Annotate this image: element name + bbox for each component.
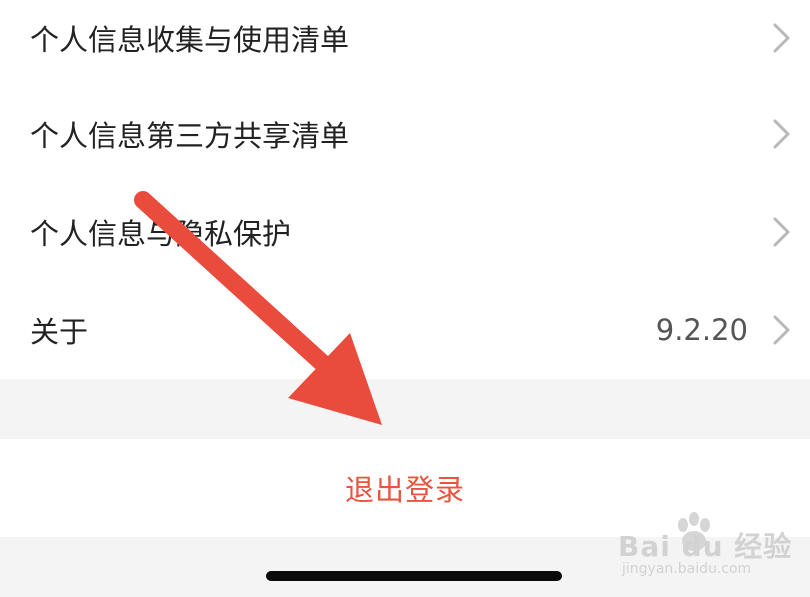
chevron-right-icon [773, 315, 790, 345]
section-divider [0, 379, 810, 439]
menu-item-label: 个人信息第三方共享清单 [30, 119, 350, 153]
watermark-brand-text: Bai du 经验 [618, 530, 793, 563]
menu-item-privacy-protection[interactable]: 个人信息与隐私保护 [0, 184, 810, 280]
logout-label: 退出登录 [344, 473, 465, 507]
baidu-jingyan-watermark: Bai du 经验 jingyan.baidu.com [618, 505, 798, 585]
chevron-right-icon [773, 119, 790, 149]
chevron-right-icon [773, 217, 790, 247]
menu-item-label: 关于 [30, 315, 89, 349]
menu-item-personal-info-collection-list[interactable]: 个人信息收集与使用清单 [0, 0, 810, 86]
menu-item-third-party-sharing-list[interactable]: 个人信息第三方共享清单 [0, 86, 810, 182]
menu-item-label: 个人信息与隐私保护 [30, 217, 292, 251]
chevron-right-icon [773, 23, 790, 53]
version-value: 9.2.20 [655, 313, 748, 347]
menu-item-about[interactable]: 关于 9.2.20 [0, 282, 810, 378]
watermark-url: jingyan.baidu.com [622, 561, 752, 577]
home-indicator[interactable] [266, 571, 562, 581]
settings-list: 个人信息收集与使用清单 个人信息第三方共享清单 个人信息与隐私保护 关于 9.2… [0, 0, 810, 379]
menu-item-label: 个人信息收集与使用清单 [30, 23, 350, 57]
